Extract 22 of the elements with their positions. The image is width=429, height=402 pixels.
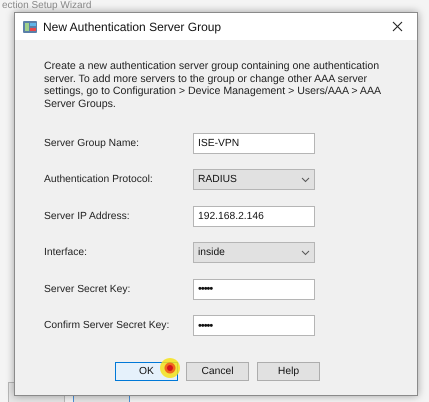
dropdown[interactable]: RADIUS (193, 169, 315, 190)
dropdown[interactable]: inside (193, 242, 315, 263)
field-label: Interface: (44, 247, 88, 258)
field-label: Server IP Address: (44, 210, 131, 222)
chevron-down-icon (301, 176, 310, 182)
input-field[interactable]: 192.168.2.146 (193, 206, 315, 226)
dialog-button[interactable]: Help (257, 362, 320, 381)
dialog-title: New Authentication Server Group (43, 20, 222, 34)
field-label: Server Secret Key: (44, 284, 132, 294)
password-field[interactable]: ••••• (193, 315, 315, 336)
password-field[interactable]: ••••• (193, 278, 315, 300)
field-label: Server Group Name: (44, 138, 140, 148)
field-label: Authentication Protocol: (44, 174, 154, 185)
description-text: Create a new authentication server group containing one authentication server. To add more servers to the group or change other AAA server settings, go to Configuration > Device Management > Users/AAA > AAA Server Groups. (44, 60, 382, 110)
input-field[interactable]: ISE-VPN (193, 132, 315, 154)
dialog-button[interactable]: Cancel (186, 362, 249, 381)
server-group-icon (23, 20, 37, 32)
click-indicator-icon (160, 358, 180, 378)
field-label: Confirm Server Secret Key: (44, 320, 170, 331)
background-window-title: ection Setup Wizard (1, 0, 92, 11)
chevron-down-icon (301, 250, 310, 256)
close-icon (392, 21, 402, 32)
